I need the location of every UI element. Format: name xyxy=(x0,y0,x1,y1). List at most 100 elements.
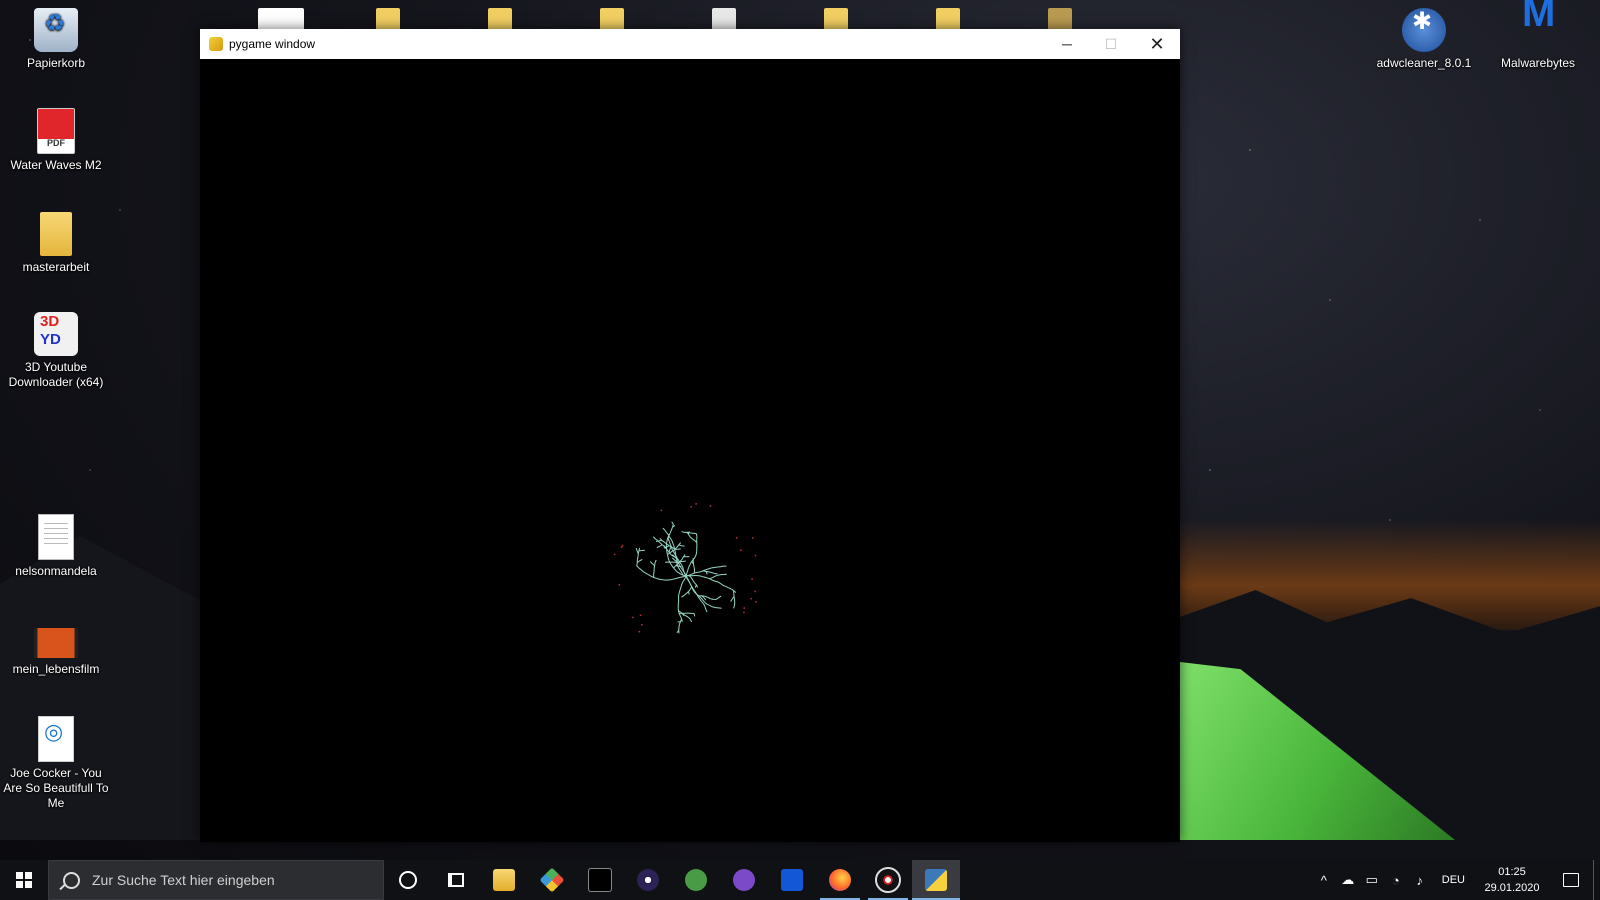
taskbar-podcast[interactable] xyxy=(720,860,768,900)
chevron-up-icon[interactable]: ^ xyxy=(1312,873,1336,888)
dropbox-icon[interactable] xyxy=(258,8,304,30)
start-button[interactable] xyxy=(0,860,48,900)
desktop-icon-malwarebytes[interactable]: Malwarebytes xyxy=(1483,6,1593,71)
crystal-segment xyxy=(636,565,640,569)
crystal-segment xyxy=(669,537,673,541)
free-particle xyxy=(743,607,745,609)
wifi-icon[interactable]: ◔ xyxy=(1384,873,1408,888)
crystal-segment xyxy=(693,564,695,568)
pdf-file-icon xyxy=(37,108,75,154)
desktop-icon-label: Papierkorb xyxy=(26,56,86,70)
window-titlebar[interactable]: pygame window ─ ☐ ✕ xyxy=(200,29,1180,59)
desktop-icon-3d-youtube-downloader[interactable]: 3D Youtube Downloader (x64) xyxy=(1,312,111,390)
show-desktop-button[interactable] xyxy=(1593,860,1600,900)
folder-icon[interactable] xyxy=(600,8,624,30)
crystal-segment xyxy=(683,593,687,596)
terminal-icon xyxy=(588,868,612,892)
crystal-segment xyxy=(669,550,673,554)
cortana-button[interactable] xyxy=(384,860,432,900)
battery-icon[interactable]: ▭ xyxy=(1360,872,1384,888)
crystal-segment xyxy=(706,577,710,580)
eclipse-icon xyxy=(637,869,659,891)
taskbar-live[interactable] xyxy=(768,860,816,900)
free-particle xyxy=(754,590,756,593)
crystal-segment xyxy=(687,533,691,538)
close-button[interactable]: ✕ xyxy=(1134,29,1180,59)
task-view-button[interactable] xyxy=(432,860,480,900)
maximize-button[interactable]: ☐ xyxy=(1088,29,1134,59)
crystal-segment xyxy=(637,550,640,554)
folder-icon[interactable] xyxy=(936,8,960,30)
crystal-segment xyxy=(699,598,702,602)
crystal-segment xyxy=(678,562,681,566)
free-particle xyxy=(751,537,754,539)
crystal-segment xyxy=(714,574,718,577)
crystal-segment xyxy=(679,562,683,566)
notification-icon xyxy=(1563,873,1579,887)
crystal-segment xyxy=(704,595,708,598)
desktop-icon-masterarbeit[interactable]: masterarbeit xyxy=(1,212,111,275)
taskbar-network-app[interactable] xyxy=(864,860,912,900)
crystal-segment xyxy=(687,531,691,534)
crystal-segment xyxy=(686,578,690,582)
desktop-icon-label: adwcleaner_8.0.1 xyxy=(1376,56,1472,70)
action-center-button[interactable] xyxy=(1549,873,1593,887)
folder-icon[interactable] xyxy=(376,8,400,30)
crystal-segment xyxy=(643,571,647,574)
desktop-icon-label: mein_lebensfilm xyxy=(12,662,100,676)
image-file-icon[interactable] xyxy=(1048,8,1072,30)
folder-icon[interactable] xyxy=(824,8,848,30)
desktop-icon-water-waves[interactable]: Water Waves M2 xyxy=(1,108,111,173)
crystal-segment xyxy=(667,538,670,542)
desktop-icon-nelsonmandela[interactable]: nelsonmandela xyxy=(1,514,111,579)
crystal-segment xyxy=(690,577,694,581)
crystal-segment xyxy=(681,595,685,598)
taskbar-python-idle[interactable] xyxy=(912,860,960,900)
crystal-segment xyxy=(680,576,684,578)
crystal-segment xyxy=(717,574,721,576)
crystal-segment xyxy=(667,557,670,561)
crystal-segment xyxy=(730,598,733,602)
network-app-icon xyxy=(875,867,901,893)
folder-icon[interactable] xyxy=(488,8,512,30)
onedrive-cloud-icon[interactable]: ☁ xyxy=(1336,872,1360,888)
minimize-button[interactable]: ─ xyxy=(1044,29,1090,59)
taskbar-firefox[interactable] xyxy=(816,860,864,900)
crystal-segment xyxy=(635,547,638,552)
desktop-icon-mein-lebensfilm[interactable]: mein_lebensfilm xyxy=(1,614,111,677)
free-particle xyxy=(709,505,712,507)
desktop-icon-adwcleaner[interactable]: adwcleaner_8.0.1 xyxy=(1369,8,1479,71)
desktop-icon-joe-cocker[interactable]: Joe Cocker - You Are So Beautifull To Me xyxy=(1,716,111,811)
clock[interactable]: 01:25 29.01.2020 xyxy=(1475,864,1549,896)
input-language[interactable]: DEU xyxy=(1442,874,1465,886)
crystal-segment xyxy=(692,579,695,583)
taskbar-file-explorer[interactable] xyxy=(480,860,528,900)
document-icon[interactable] xyxy=(712,8,736,30)
text-document-icon xyxy=(38,514,74,560)
crystal-segment xyxy=(728,587,732,590)
desktop-icon-label: nelsonmandela xyxy=(15,564,97,578)
crystal-segment xyxy=(640,569,644,573)
search-box[interactable]: Zur Suche Text hier eingeben xyxy=(48,860,384,900)
search-icon xyxy=(63,871,80,889)
file-explorer-icon xyxy=(493,869,515,891)
crystal-segment xyxy=(702,569,707,572)
crystal-segment xyxy=(666,539,668,543)
taskbar-android-studio[interactable] xyxy=(672,860,720,900)
taskbar-eclipse[interactable] xyxy=(624,860,672,900)
volume-icon[interactable]: ♪ xyxy=(1408,873,1432,888)
pygame-window[interactable]: pygame window ─ ☐ ✕ xyxy=(200,29,1180,842)
python-idle-icon xyxy=(925,869,947,891)
crystal-segment xyxy=(656,545,660,548)
desktop-icon-papierkorb[interactable]: Papierkorb xyxy=(1,8,111,71)
crystal-segment xyxy=(679,569,683,573)
crystal-segment xyxy=(688,564,691,568)
taskbar-terminal[interactable] xyxy=(576,860,624,900)
crystal-segment xyxy=(671,578,675,581)
clock-date: 29.01.2020 xyxy=(1484,882,1540,894)
free-particle xyxy=(740,549,742,552)
crystal-segment xyxy=(694,591,698,595)
pygame-canvas[interactable] xyxy=(200,59,1180,842)
taskbar-git[interactable] xyxy=(528,860,576,900)
crystal-segment xyxy=(671,565,675,569)
